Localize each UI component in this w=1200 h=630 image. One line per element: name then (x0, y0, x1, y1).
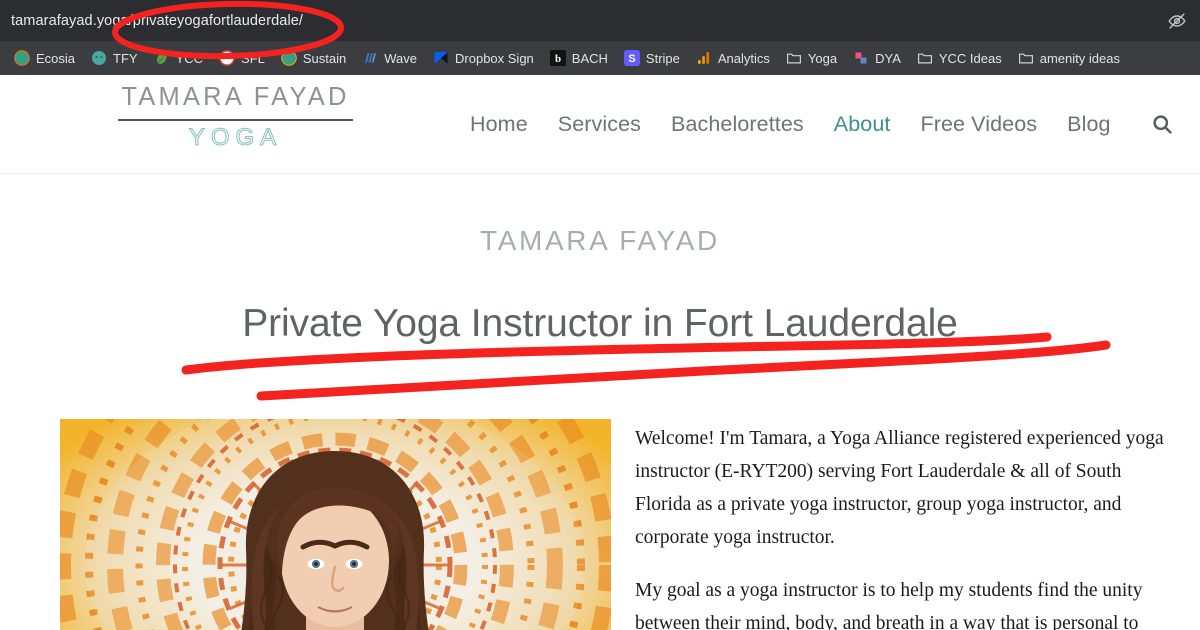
bookmark-bach[interactable]: b BACH (542, 48, 616, 68)
bookmark-label: Sustain (302, 50, 347, 66)
folder-icon (786, 50, 802, 66)
site-header: TAMARA FAYAD YOGA Home Services Bachelor… (0, 75, 1200, 174)
bookmark-analytics[interactable]: Analytics (688, 48, 778, 68)
url-bar-right-icons (1166, 0, 1188, 41)
dropbox-sign-icon (433, 50, 449, 66)
about-paragraph-1: Welcome! I'm Tamara, a Yoga Alliance reg… (635, 427, 1164, 548)
about-text-column: Welcome! I'm Tamara, a Yoga Alliance reg… (635, 419, 1165, 630)
browser-url-bar[interactable]: tamarafayad.yoga/privateyogafortlauderda… (0, 0, 1200, 41)
bookmark-stripe[interactable]: S Stripe (616, 48, 688, 68)
nav-item-blog[interactable]: Blog (1067, 112, 1110, 137)
bookmark-label: Analytics (717, 50, 770, 66)
bach-b-icon: b (549, 50, 566, 66)
bookmark-tfy[interactable]: TFY (83, 48, 146, 68)
bookmark-dya[interactable]: DYA (845, 48, 909, 68)
svg-text:b: b (555, 53, 561, 65)
bookmark-dropbox-sign[interactable]: Dropbox Sign (425, 48, 542, 68)
bookmark-wave[interactable]: Wave (354, 48, 425, 68)
white-circle-icon (219, 50, 235, 66)
about-content-row: Welcome! I'm Tamara, a Yoga Alliance reg… (0, 418, 1200, 630)
bookmark-label: Ecosia (36, 50, 76, 66)
about-paragraph-2: My goal as a yoga instructor is to help … (635, 579, 1143, 630)
bookmarks-bar[interactable]: Ecosia TFY YCC SFL Sustain Wave Dropbox … (0, 41, 1200, 75)
search-icon[interactable] (1141, 113, 1174, 136)
bookmark-label: Stripe (645, 50, 680, 66)
nav-item-bachelorettes[interactable]: Bachelorettes (671, 112, 804, 137)
bookmark-sustain[interactable]: Sustain (273, 48, 354, 68)
bookmark-label: Dropbox Sign (455, 50, 534, 66)
leaf-icon (154, 50, 170, 66)
nav-item-about[interactable]: About (834, 112, 891, 137)
instructor-photo (60, 418, 611, 630)
bookmark-label: Wave (384, 50, 418, 66)
teal-circle-icon (91, 50, 107, 66)
nav-item-free-videos[interactable]: Free Videos (920, 112, 1037, 137)
bookmark-label: TFY (113, 50, 138, 66)
folder-icon (917, 50, 933, 66)
page-title: Private Yoga Instructor in Fort Lauderda… (242, 301, 958, 345)
page-eyebrow: TAMARA FAYAD (480, 225, 720, 256)
wave-bars-icon (362, 50, 378, 66)
svg-text:S: S (628, 53, 635, 65)
browser-chrome: tamarafayad.yoga/privateyogafortlauderda… (0, 0, 1200, 75)
bookmark-ycc-ideas[interactable]: YCC Ideas (909, 48, 1010, 68)
bookmark-sfl[interactable]: SFL (211, 48, 273, 68)
bookmark-label: DYA (875, 50, 901, 66)
logo-divider (118, 119, 353, 121)
globe-icon (14, 50, 30, 66)
bookmark-label: BACH (571, 50, 608, 66)
bookmark-label: YCC Ideas (938, 50, 1002, 66)
folder-icon (1018, 50, 1034, 66)
bookmark-yoga-folder[interactable]: Yoga (778, 48, 845, 68)
eye-slash-icon[interactable] (1166, 10, 1188, 32)
analytics-bars-icon (696, 50, 712, 66)
bookmark-amenity-ideas[interactable]: amenity ideas (1010, 48, 1128, 68)
url-text[interactable]: tamarafayad.yoga/privateyogafortlauderda… (0, 13, 303, 29)
main-navigation: Home Services Bachelorettes About Free V… (470, 75, 1174, 174)
nav-item-services[interactable]: Services (558, 112, 641, 137)
logo-name: TAMARA FAYAD (121, 83, 350, 111)
bookmark-label: amenity ideas (1039, 50, 1120, 66)
logo-subtitle: YOGA (188, 123, 283, 151)
bookmark-label: Yoga (807, 50, 838, 66)
dya-squares-icon (853, 50, 869, 66)
bookmark-ycc[interactable]: YCC (146, 48, 211, 68)
bookmark-label: YCC (175, 50, 204, 66)
bookmark-label: SFL (241, 50, 265, 66)
globe-icon (281, 50, 297, 66)
page-content: TAMARA FAYAD Private Yoga Instructor in … (0, 174, 1200, 630)
stripe-s-icon: S (623, 50, 640, 66)
nav-item-home[interactable]: Home (470, 112, 528, 137)
bookmark-ecosia[interactable]: Ecosia (6, 48, 83, 68)
site-logo[interactable]: TAMARA FAYAD YOGA (113, 83, 358, 153)
